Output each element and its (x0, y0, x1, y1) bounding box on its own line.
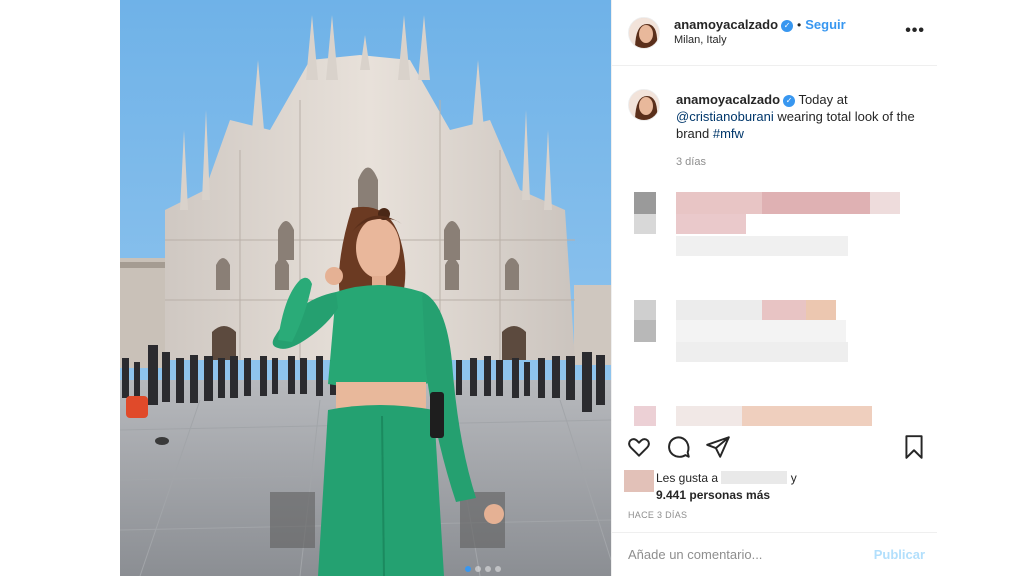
likes-suffix: y (790, 471, 797, 485)
comment-bar: Publicar (612, 532, 937, 576)
post-side-panel: anamoyacalzado ✓ • Seguir Milan, Italy ••• … (611, 0, 937, 576)
carousel-dot (465, 566, 471, 572)
publish-button[interactable]: Publicar (874, 547, 925, 562)
caption-mention-link[interactable]: @cristianoburani (676, 109, 774, 124)
post-actions (612, 430, 937, 464)
separator: • (797, 18, 802, 32)
verified-badge-icon: ✓ (781, 19, 794, 32)
caption-text-start: Today at (798, 92, 848, 107)
profile-photo (629, 90, 659, 120)
redacted-comments (612, 190, 937, 430)
carousel-dot (495, 566, 501, 572)
likes-prefix: Les gusta a (656, 471, 719, 485)
caption-avatar[interactable] (628, 89, 660, 121)
carousel-indicator (465, 566, 501, 572)
verified-badge-icon: ✓ (783, 94, 796, 107)
caption-username[interactable]: anamoyacalzado (676, 92, 780, 107)
post-photo[interactable] (120, 0, 611, 576)
follow-button[interactable]: Seguir (805, 17, 845, 32)
more-options-icon[interactable]: ••• (905, 22, 925, 40)
username-link[interactable]: anamoyacalzado (674, 17, 778, 32)
post-header: anamoyacalzado ✓ • Seguir Milan, Italy ••• (612, 0, 937, 66)
caption-timestamp: 3 días (676, 156, 706, 168)
heart-icon[interactable] (626, 434, 652, 460)
location-link[interactable]: Milan, Italy (674, 34, 727, 46)
paper-plane-icon[interactable] (705, 434, 731, 460)
post-caption: anamoyacalzado ✓ Today at @cristianoburan… (676, 91, 921, 142)
photo-image (120, 0, 611, 576)
liker-avatar[interactable] (624, 470, 654, 492)
comment-input[interactable] (628, 547, 848, 562)
bookmark-icon[interactable] (901, 434, 927, 460)
avatar[interactable] (628, 17, 660, 49)
post-timestamp: HACE 3 DÍAS (628, 510, 688, 520)
carousel-dot (485, 566, 491, 572)
caption-hashtag-link[interactable]: #mfw (713, 126, 744, 141)
likes-count[interactable]: 9.441 personas más (656, 488, 770, 502)
likes-summary[interactable]: Les gusta a y 9.441 personas más (656, 470, 797, 504)
profile-photo (629, 18, 659, 48)
post-author: anamoyacalzado ✓ • Seguir (674, 16, 846, 34)
comment-icon[interactable] (666, 434, 692, 460)
carousel-dot (475, 566, 481, 572)
redacted-username (721, 471, 788, 484)
